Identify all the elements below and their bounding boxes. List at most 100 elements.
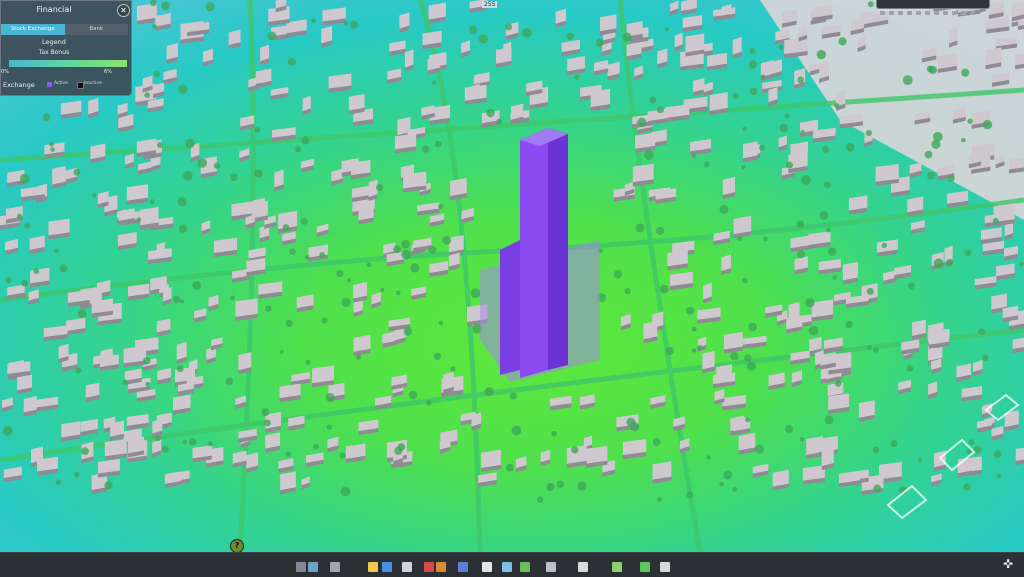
panel-title: Financial — [36, 5, 72, 14]
tree — [924, 150, 933, 159]
tr-button-icon[interactable] — [907, 11, 912, 15]
building — [738, 433, 756, 451]
settings-icon[interactable]: ✜ — [1003, 558, 1013, 570]
tr-button-icon[interactable] — [952, 11, 957, 15]
tree — [122, 379, 128, 385]
tree — [478, 34, 488, 44]
tree — [254, 169, 263, 178]
tree — [254, 127, 261, 133]
tree — [996, 473, 1002, 479]
building — [404, 49, 414, 68]
tree — [435, 140, 442, 148]
help-icon[interactable]: ? — [230, 539, 244, 553]
garbage-icon[interactable] — [402, 562, 412, 572]
tree — [800, 129, 805, 135]
tree — [881, 242, 888, 249]
tree — [742, 277, 748, 284]
legend-title: Legend — [42, 38, 66, 46]
tree — [963, 483, 971, 491]
monuments-icon[interactable] — [546, 562, 556, 572]
building — [312, 365, 334, 384]
building — [104, 439, 127, 457]
tree — [506, 463, 514, 472]
tree — [686, 491, 694, 499]
bulldozer-icon[interactable] — [640, 562, 650, 572]
tree — [732, 92, 739, 100]
tree — [748, 60, 757, 69]
policies-icon[interactable] — [660, 562, 670, 572]
building — [450, 178, 467, 197]
tree — [626, 417, 636, 427]
tree — [287, 57, 296, 66]
building — [742, 141, 758, 159]
tree — [282, 224, 290, 231]
tree — [719, 204, 729, 214]
tree — [397, 443, 406, 451]
wonders-icon[interactable] — [578, 562, 588, 572]
tree — [395, 290, 401, 296]
tree — [77, 309, 87, 319]
tree — [468, 25, 478, 34]
tree — [16, 213, 23, 219]
tree — [279, 349, 284, 355]
districts-icon[interactable] — [330, 562, 340, 572]
tree — [961, 137, 966, 143]
tab-bank[interactable]: Bank — [64, 24, 128, 35]
tr-button-icon[interactable] — [934, 11, 939, 15]
healthcare-icon[interactable] — [424, 562, 434, 572]
zoning-icon[interactable] — [308, 562, 318, 572]
tr-button-icon[interactable] — [880, 11, 885, 15]
tree — [873, 347, 879, 353]
building — [52, 165, 66, 185]
tr-button-icon[interactable] — [961, 11, 966, 15]
terrain-icon[interactable] — [612, 562, 622, 572]
tree — [300, 217, 308, 225]
tree — [763, 236, 768, 242]
tree — [509, 392, 517, 400]
building — [176, 341, 187, 360]
tab-stock-exchange[interactable]: Stock Exchange — [1, 24, 65, 35]
fire-icon[interactable] — [436, 562, 446, 572]
tax-bonus-max: 6% — [104, 69, 112, 75]
tree — [746, 361, 756, 371]
tree — [749, 48, 756, 54]
tree — [742, 126, 747, 132]
education-icon[interactable] — [482, 562, 492, 572]
tree — [759, 144, 766, 151]
tree — [779, 123, 788, 133]
building — [652, 461, 672, 480]
building — [985, 47, 1002, 66]
parks-icon[interactable] — [520, 562, 530, 572]
tree — [19, 173, 30, 184]
top-right-toolbar[interactable] — [876, 0, 990, 15]
tree — [59, 264, 68, 273]
close-button[interactable]: ✕ — [117, 4, 130, 17]
electricity-icon[interactable] — [368, 562, 378, 572]
tr-button-icon[interactable] — [925, 11, 930, 15]
tr-button-icon[interactable] — [898, 11, 903, 15]
tree — [808, 325, 819, 336]
tree — [178, 224, 188, 233]
tree — [659, 284, 669, 294]
tr-button-icon[interactable] — [889, 11, 894, 15]
tree — [285, 319, 293, 327]
building — [448, 234, 464, 253]
tree — [566, 32, 575, 40]
tr-button-icon[interactable] — [916, 11, 921, 15]
police-icon[interactable] — [458, 562, 468, 572]
tree — [205, 2, 215, 12]
tree — [33, 268, 40, 274]
tree — [978, 328, 985, 335]
tree — [933, 258, 944, 269]
building — [811, 299, 833, 318]
tr-button-icon[interactable] — [970, 11, 975, 15]
tree — [785, 161, 793, 169]
tree — [149, 199, 155, 205]
roads-icon[interactable] — [296, 562, 306, 572]
tree — [691, 153, 696, 159]
tr-button-icon[interactable] — [943, 11, 948, 15]
tree — [5, 276, 12, 284]
transport-icon[interactable] — [502, 562, 512, 572]
water-icon[interactable] — [382, 562, 392, 572]
city-map-view[interactable] — [0, 0, 1024, 552]
